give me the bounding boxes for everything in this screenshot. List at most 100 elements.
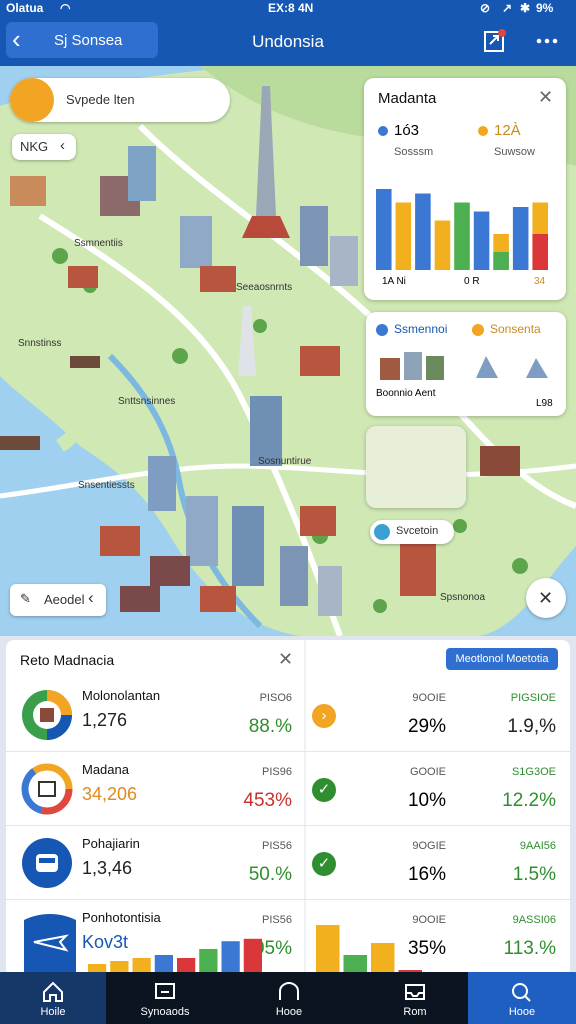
nav-messages[interactable]: Synoaods [112, 972, 218, 1024]
table-row[interactable]: Madana 34,206 PIS96 453% GOOIE 10% S1G3OE 12.2%… [6, 752, 570, 826]
inbox-icon [405, 984, 425, 1000]
row-trend: 1.5% [512, 864, 556, 885]
map-view[interactable]: Svpede lten NKG ‹ Ssmnentiis Seeaosnrnts… [0, 66, 576, 636]
ring-icon [20, 762, 74, 816]
places-caption: Boonnio Aent [376, 388, 436, 399]
share-icon [484, 29, 506, 52]
close-icon[interactable]: ✕ [538, 88, 553, 106]
bar [376, 189, 392, 270]
toggle-chip[interactable]: NKG ‹ [12, 134, 76, 160]
row-bar-chart [88, 938, 262, 976]
legend-chip[interactable]: ✎ Aeodel ‹ [10, 584, 106, 616]
bar-segment [532, 234, 548, 270]
row-metric: 10% [407, 790, 446, 811]
row-metric-label: 9OOIE [412, 692, 446, 704]
stat-sub: Suwsow [494, 146, 535, 158]
nav-home[interactable]: Hoile [0, 972, 106, 1024]
close-icon: ✕ [538, 588, 554, 608]
tab-places[interactable]: Ssmennoi [394, 322, 447, 336]
app-bar: ‹ Sj Sonsea Undonsia [0, 16, 576, 66]
bar [454, 202, 470, 270]
tab-dot-icon [472, 324, 484, 336]
nav-label: Hoile [40, 1006, 66, 1018]
status-ok-icon: ✓ [312, 852, 336, 876]
stats-card: Madanta ✕ 1ó3 Sosssm 12À Suwsow 1A Ni 0 … [364, 78, 566, 300]
row-trend-label: PIGSIOE [510, 692, 556, 704]
map-label: Snsentiessts [78, 480, 135, 491]
bar [316, 925, 340, 976]
status-bar: Olatua ◠ EX:8 4N ⊘ ↗ ✱ 9% [0, 0, 576, 16]
legend-label: Aeodel [44, 592, 85, 607]
nav-home-2[interactable]: Hooe [236, 972, 342, 1024]
row-label: PISO6 [259, 692, 292, 704]
bus-icon [20, 836, 74, 890]
chevron-left-icon: ‹ [60, 137, 65, 154]
bar [395, 202, 412, 270]
search-chip[interactable]: Svpede lten [10, 78, 230, 122]
row-percent: 88.% [248, 716, 292, 737]
table-row[interactable]: Molonolantan 1,276 PISO6 88.% 9OOIE 29% PIGSIO… [6, 678, 570, 752]
map-label: Snnstinss [18, 338, 62, 349]
row-trend-label: 9AAI56 [519, 840, 556, 852]
share-button[interactable] [482, 28, 508, 54]
map-label: Ssmnentiis [74, 238, 123, 249]
row-percent: 50.% [248, 864, 292, 885]
bar [221, 941, 240, 976]
gauge-icon [20, 688, 74, 742]
stat-value: 12À [494, 122, 521, 139]
row-value: 1,3,46 [82, 858, 133, 878]
row-name: Madana [82, 762, 129, 777]
more-icon [536, 38, 558, 44]
wifi-icon: ◠ [60, 1, 71, 15]
filter-icon [10, 78, 54, 122]
bluetooth-icon: ✱ [520, 1, 531, 15]
buildings-illustration [380, 352, 548, 380]
bar-segment [493, 252, 509, 270]
more-button[interactable] [534, 28, 560, 54]
sheet-action-button[interactable]: Meotlonol Moetotia [446, 648, 558, 670]
close-map-button[interactable]: ✕ [526, 578, 566, 618]
nav-inbox[interactable]: Rom [362, 972, 468, 1024]
tab-dot-icon [376, 324, 388, 336]
stat-sub: Sosssm [394, 146, 434, 158]
row-value: 1,276 [82, 710, 128, 730]
map-label: Snttsnsinnes [118, 396, 176, 407]
pin-icon [374, 524, 390, 540]
tab-sights[interactable]: Sonsenta [490, 322, 541, 336]
row-value: 34,206 [82, 784, 138, 804]
places-count: L98 [536, 398, 553, 409]
home-outline-icon [279, 981, 299, 1000]
signal-icon: ↗ [502, 1, 513, 15]
map-label: Spsnonoa [440, 592, 486, 603]
table-row[interactable]: Pohajiarin 1,3,46 PIS56 50.% 9OGIE 16% 9AAI56 1… [6, 826, 570, 900]
row-trend-label: 9ASSI06 [512, 914, 556, 926]
map-label: Seeaosnrnts [236, 282, 293, 293]
pin-chip[interactable]: Svcetoin [370, 520, 454, 544]
row-metric: 16% [407, 864, 446, 885]
pin-label: Svcetoin [396, 525, 439, 537]
map-label: Sosnuntirue [258, 456, 312, 467]
row-metric: 29% [407, 716, 446, 737]
row-name: Pohajiarin [82, 836, 140, 851]
sheet-title: Reto Madnacia [20, 652, 115, 668]
dot-icon [378, 126, 388, 136]
nav-label: Hooe [275, 1006, 303, 1018]
places-card: Ssmennoi Sonsenta Boonnio Aent L98 [366, 312, 566, 416]
row-bar-chart-2 [316, 925, 422, 976]
bottom-sheet: Reto Madnacia ✕ Meotlonol Moetotia Molon… [6, 640, 570, 976]
chat-icon [155, 983, 175, 999]
map-thumbnail[interactable] [366, 426, 466, 508]
nav-label: Rom [403, 1006, 427, 1018]
row-metric-label: 9OGIE [412, 840, 446, 852]
battery-label: 9% [536, 1, 554, 15]
home-icon [43, 981, 63, 1002]
nav-search[interactable]: Hooe [468, 972, 576, 1024]
close-icon[interactable]: ✕ [278, 650, 293, 668]
toggle-chip-label: NKG [20, 139, 49, 154]
bottom-nav: Hoile Synoaods Hooe Rom Hooe [0, 972, 576, 1024]
plane-icon [20, 910, 76, 976]
status-ok-icon: ✓ [312, 778, 336, 802]
bar [512, 207, 529, 270]
table-row[interactable]: Ponhotontisia Kov3t PIS56 05% 9OOIE 35% 9ASSI0… [6, 900, 570, 976]
chevron-left-icon: ‹ [88, 588, 94, 607]
